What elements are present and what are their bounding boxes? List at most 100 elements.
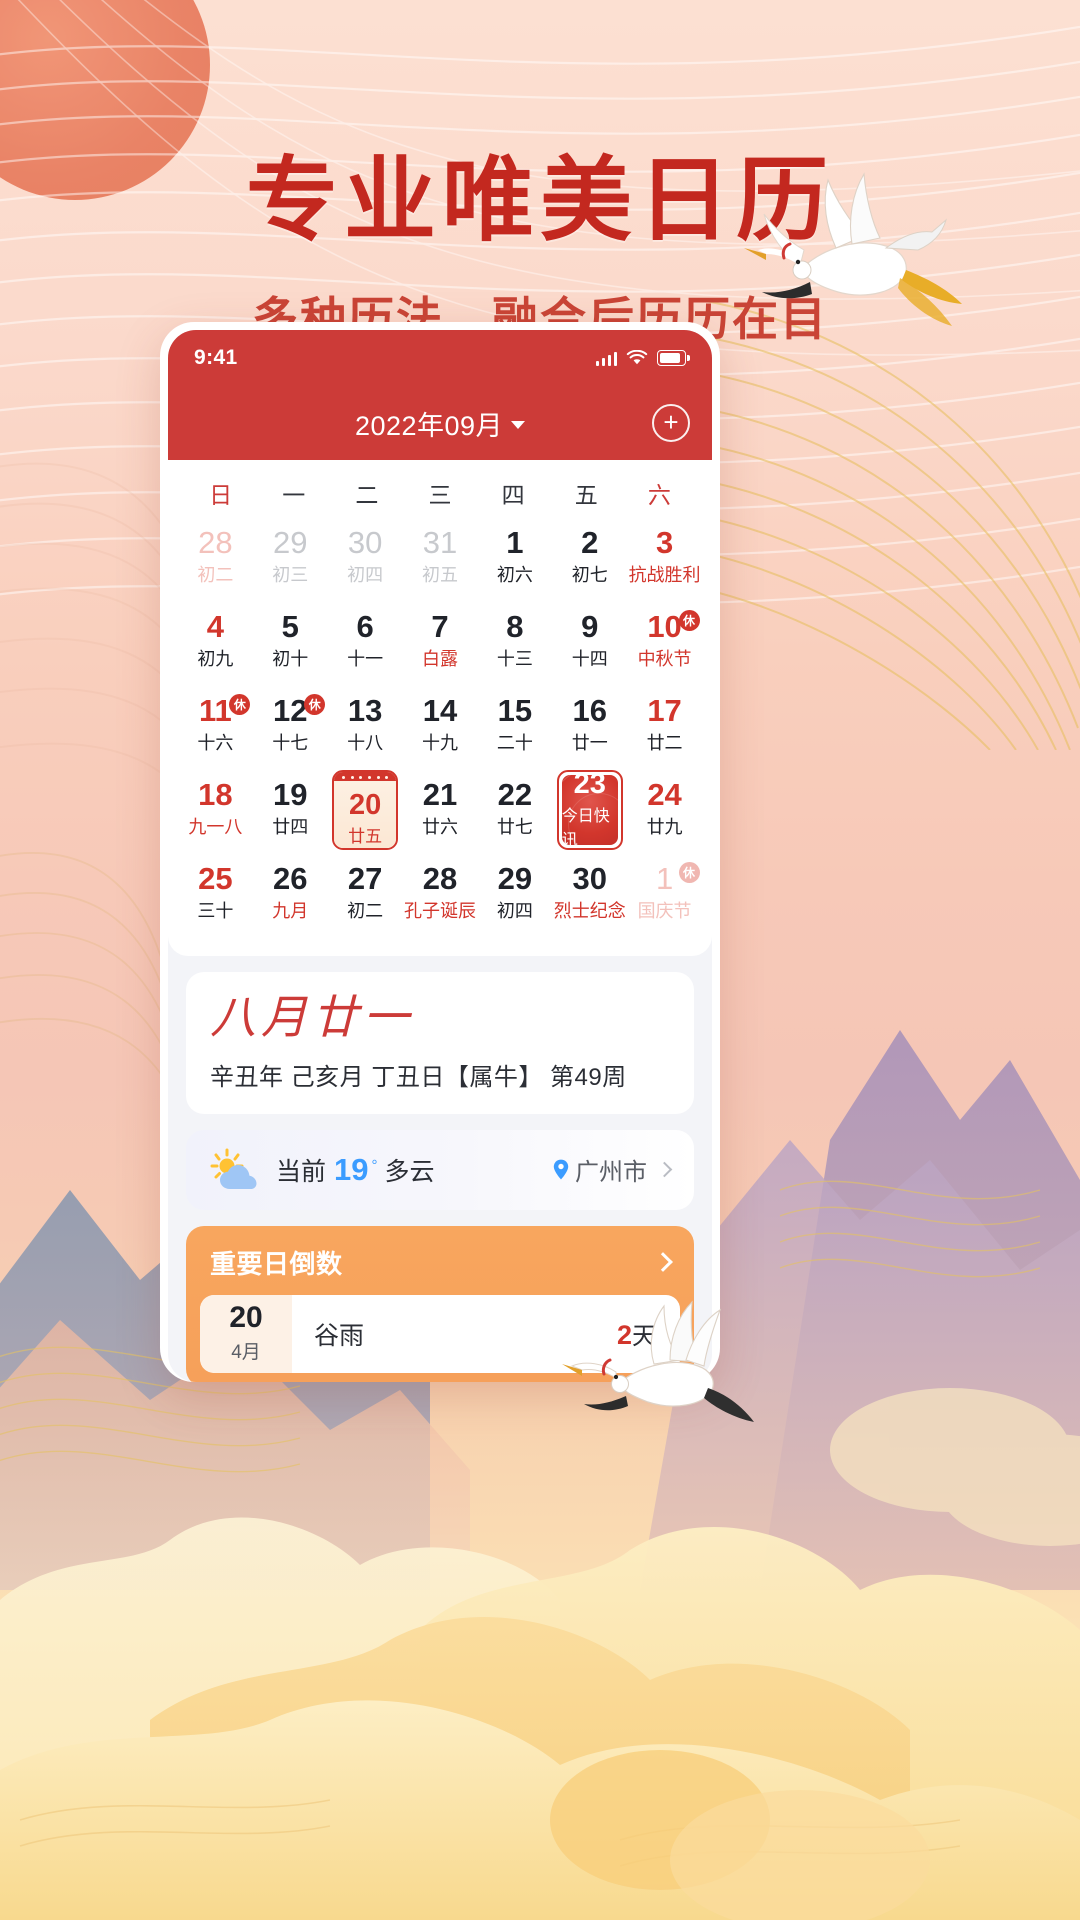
calendar-day-number: 26 [273,860,308,896]
status-icons [595,350,690,366]
calendar-day-lunar: 初九 [197,649,234,670]
countdown-header[interactable]: 重要日倒数 [186,1226,694,1295]
today-day-body: 23 今日快讯 [561,775,618,845]
calendar-day-lunar: 初二 [347,901,384,922]
weather-temperature: 19 [334,1151,369,1187]
calendar-day-cell[interactable]: 11 十六 休 [178,684,253,768]
lunar-date-title: 八月廿一 [210,992,414,1043]
calendar-day-cell[interactable]: 24 廿九 [627,768,702,852]
calendar-day-cell[interactable]: 19 廿四 [253,768,328,852]
calendar-day-cell[interactable]: 9 十四 [552,600,627,684]
calendar-day-cell[interactable]: 12 十七 休 [253,684,328,768]
calendar-day-number: 27 [347,860,383,896]
month-selector[interactable]: 2022年09月 [355,404,526,443]
selected-day-marker: 20 廿五 [332,770,399,850]
calendar-day-number: 4 [206,608,225,644]
crane-bird-icon [562,1300,754,1422]
calendar-day-lunar: 初二 [197,565,234,586]
calendar-day-number: 5 [281,608,299,644]
calendar-day-cell[interactable]: 5 初十 [253,600,328,684]
plus-circle-icon: + [663,407,679,437]
calendar-day-cell[interactable]: 15 二十 [477,684,552,768]
calendar-day-number: 28 [422,860,458,896]
calendar-grid[interactable]: 28 初二 29 初三 30 初四 31 初五 1 初六 2 初七 3 抗战胜利 4 初九 5 初十 6 十一 7 白露 8… [178,516,702,936]
calendar-day-cell[interactable]: 16 廿一 [552,684,627,768]
phone-screen: 9:41 2022年09月 + 日一二三四五六 28 初二 29 初三 30 初… [168,330,712,1382]
calendar-day-lunar: 初七 [571,565,608,586]
calendar-day-cell[interactable]: 30 初四 [328,516,403,600]
calendar-day-cell[interactable]: 7 白露 [403,600,478,684]
rest-day-badge: 休 [678,610,700,631]
weekday-label: 六 [647,482,671,508]
sun-behind-cloud-icon [210,1148,257,1189]
phone-mockup: 9:41 2022年09月 + 日一二三四五六 28 初二 29 初三 30 初… [160,322,720,1382]
calendar-day-cell[interactable]: 25 三十 [178,852,253,936]
calendar-day-cell[interactable]: 28 孔子诞辰 [403,852,478,936]
weekday-label: 四 [501,482,525,508]
calendar-day-lunar: 初三 [272,565,309,586]
calendar-day-cell[interactable]: 20 廿五 [328,768,403,852]
calendar-day-number: 14 [422,692,458,728]
calendar-day-cell[interactable]: 31 初五 [403,516,478,600]
calendar-day-number: 30 [572,860,607,896]
calendar-day-cell[interactable]: 3 抗战胜利 [627,516,702,600]
calendar-day-lunar: 十六 [197,733,234,754]
calendar-day-cell[interactable]: 6 十一 [328,600,403,684]
calendar-day-lunar: 初四 [496,901,533,922]
weekday-header-row: 日一二三四五六 [178,460,702,516]
weekday-label: 二 [355,482,379,508]
calendar-day-number: 30 [347,524,383,560]
chevron-right-icon [656,1162,673,1178]
calendar-day-lunar: 廿四 [272,817,309,838]
calendar-day-lunar: 十七 [272,733,309,754]
calendar-day-lunar: 三十 [197,901,234,922]
weekday-label: 一 [282,482,306,508]
calendar-day-cell[interactable]: 8 十三 [477,600,552,684]
calendar-day-cell[interactable]: 21 廿六 [403,768,478,852]
calendar-day-number: 22 [497,776,533,812]
calendar-day-cell[interactable]: 28 初二 [178,516,253,600]
calendar-day-number: 29 [273,524,308,560]
calendar-day-lunar: 十八 [347,733,384,754]
calendar-day-lunar: 国庆节 [637,901,692,922]
calendar-day-cell[interactable]: 26 九月 [253,852,328,936]
calendar-day-number: 19 [273,776,308,812]
calendar-day-cell[interactable]: 1 初六 [477,516,552,600]
calendar-day-lunar: 二十 [496,733,533,754]
calendar-day-number: 1 [655,860,674,896]
calendar-card: 日 一 二 三 四 五 六 28 初二 29 初三 30 初四 31 初五 1 初六 2 初七 3 抗战胜利 4 初九 5 初… [168,460,712,956]
signal-bars-icon [595,351,617,366]
calendar-day-cell[interactable]: 29 初三 [253,516,328,600]
weather-location-button[interactable]: 广州市 [553,1152,673,1187]
calendar-day-cell[interactable]: 4 初九 [178,600,253,684]
calendar-day-cell[interactable]: 14 十九 [403,684,478,768]
add-event-button[interactable]: + [652,404,690,442]
calendar-day-lunar: 廿六 [421,817,458,838]
calendar-day-cell[interactable]: 17 廿二 [627,684,702,768]
calendar-day-cell[interactable]: 10 中秋节 休 [627,600,702,684]
rest-day-badge: 休 [229,694,251,715]
calendar-day-cell[interactable]: 23 今日快讯 [552,768,627,852]
calendar-day-lunar: 十九 [421,733,458,754]
calendar-day-cell[interactable]: 27 初二 [328,852,403,936]
lunar-date-card[interactable]: 八月廿一 辛丑年 己亥月 丁丑日【属牛】 第49周 [186,972,694,1114]
calendar-day-cell[interactable]: 2 初七 [552,516,627,600]
countdown-item-name: 谷雨 [314,1321,365,1350]
countdown-item-day: 20 [229,1301,263,1335]
location-pin-icon [553,1159,569,1180]
calendar-day-lunar: 中秋节 [637,649,692,670]
calendar-day-cell[interactable]: 30 烈士纪念 [552,852,627,936]
calendar-day-cell[interactable]: 29 初四 [477,852,552,936]
calendar-day-cell[interactable]: 22 廿七 [477,768,552,852]
calendar-day-cell[interactable]: 1 国庆节 休 [627,852,702,936]
chevron-down-icon [511,421,526,429]
countdown-item-date: 20 4月 [200,1294,292,1373]
calendar-day-cell[interactable]: 13 十八 [328,684,403,768]
rest-day-badge: 休 [678,862,700,883]
calendar-day-lunar: 九一八 [188,817,243,838]
weather-card[interactable]: 当前 19 ° 多云 广州市 [186,1129,694,1210]
app-navbar: 2022年09月 + [168,386,712,460]
calendar-day-cell[interactable]: 18 九一八 [178,768,253,852]
cloud-decoration [0,1517,1080,1920]
weekday-label: 日 [209,482,233,508]
